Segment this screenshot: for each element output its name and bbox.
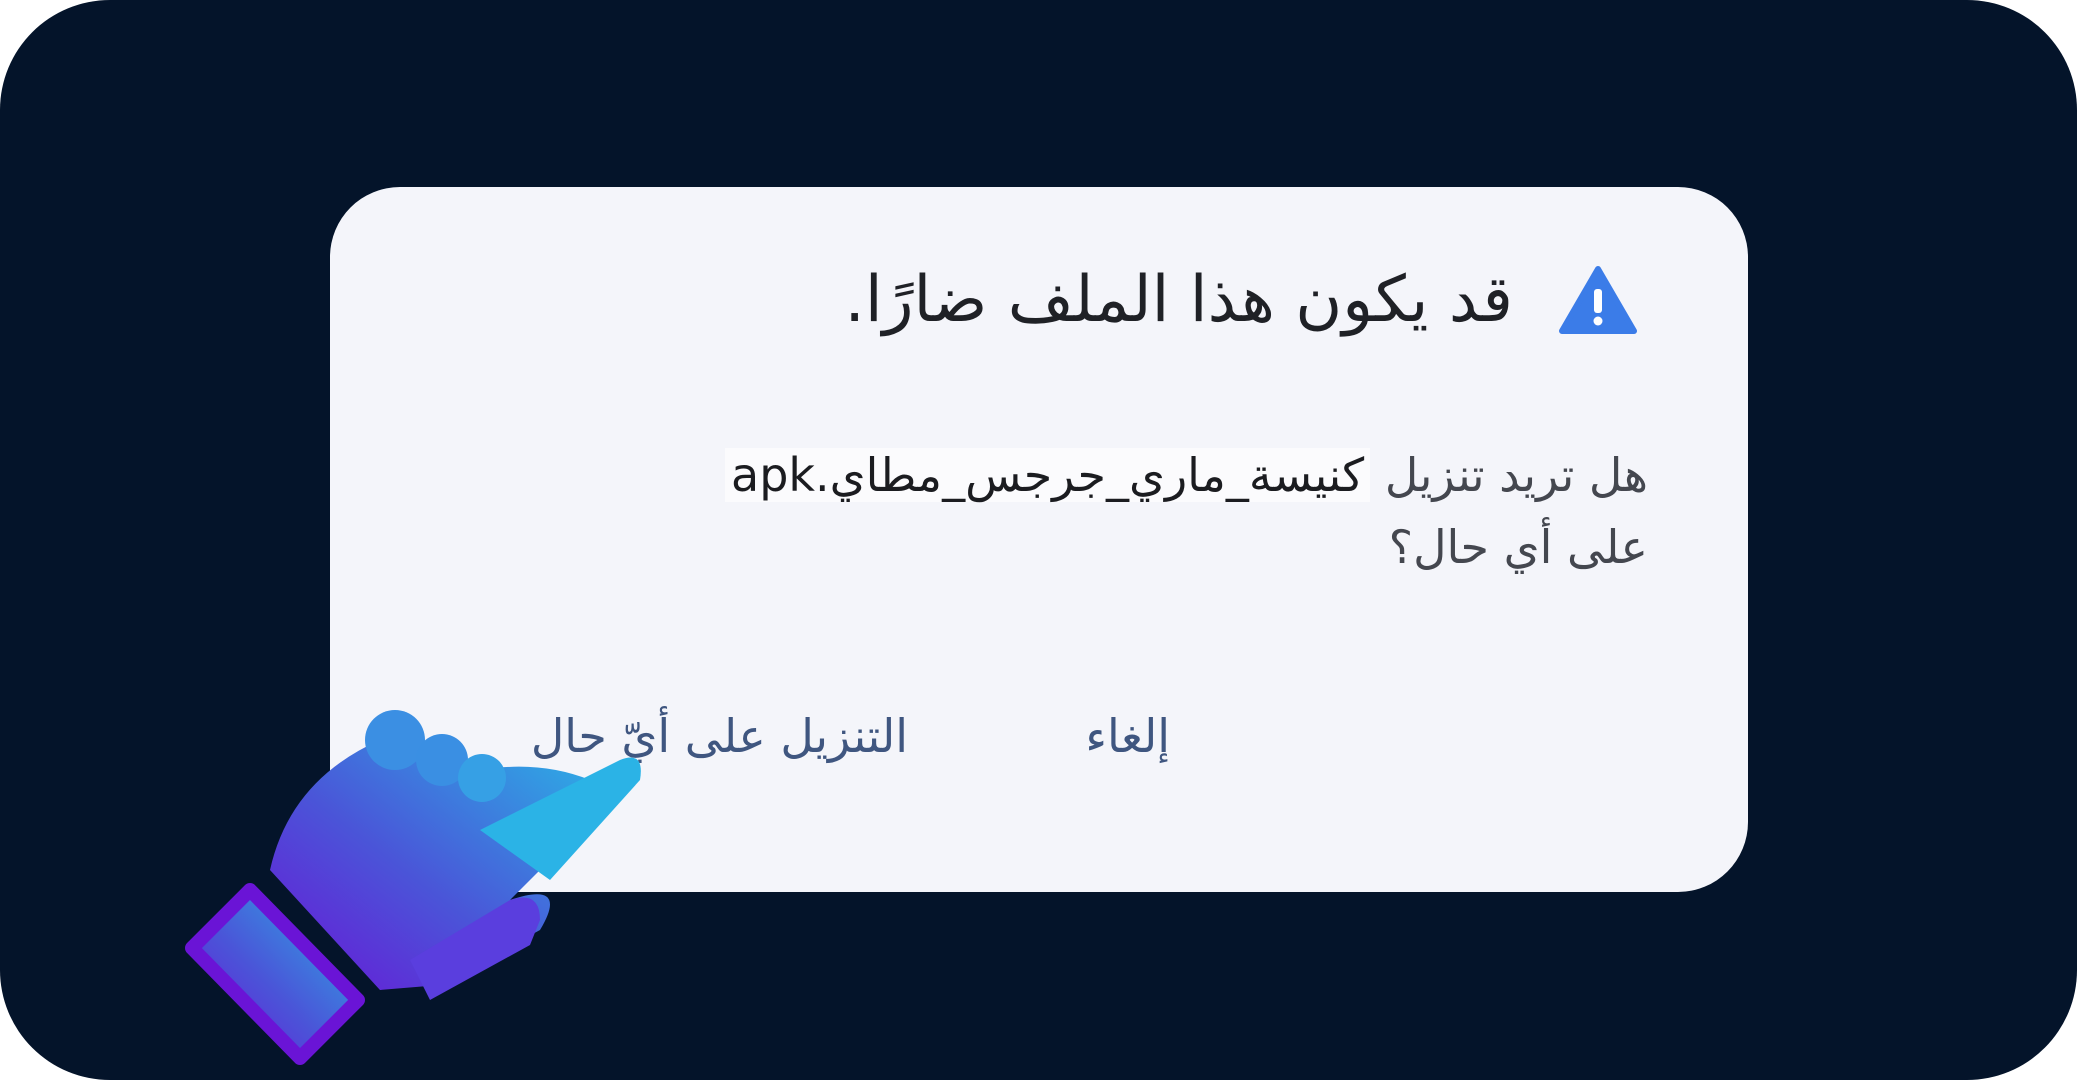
dialog-title: قد يكون هذا الملف ضارًا.: [844, 263, 1514, 337]
file-name: كنيسة_ماري_جرجس_مطاي.apk: [725, 448, 1371, 502]
dialog-message: هل تريد تنزيل كنيسة_ماري_جرجس_مطاي.apk ع…: [448, 439, 1648, 583]
message-suffix: على أي حال؟: [1388, 520, 1648, 574]
app-frame: قد يكون هذا الملف ضارًا. هل تريد تنزيل ك…: [0, 0, 2077, 1080]
warning-triangle-icon: [1558, 265, 1638, 335]
download-anyway-button[interactable]: التنزيل على أيّ حال: [531, 707, 908, 767]
cancel-button[interactable]: إلغاء: [1085, 707, 1170, 767]
dialog-header: قد يكون هذا الملف ضارًا.: [845, 262, 1639, 339]
warning-dialog: قد يكون هذا الملف ضارًا. هل تريد تنزيل ك…: [330, 187, 1748, 892]
message-prefix: هل تريد تنزيل: [1370, 448, 1648, 502]
